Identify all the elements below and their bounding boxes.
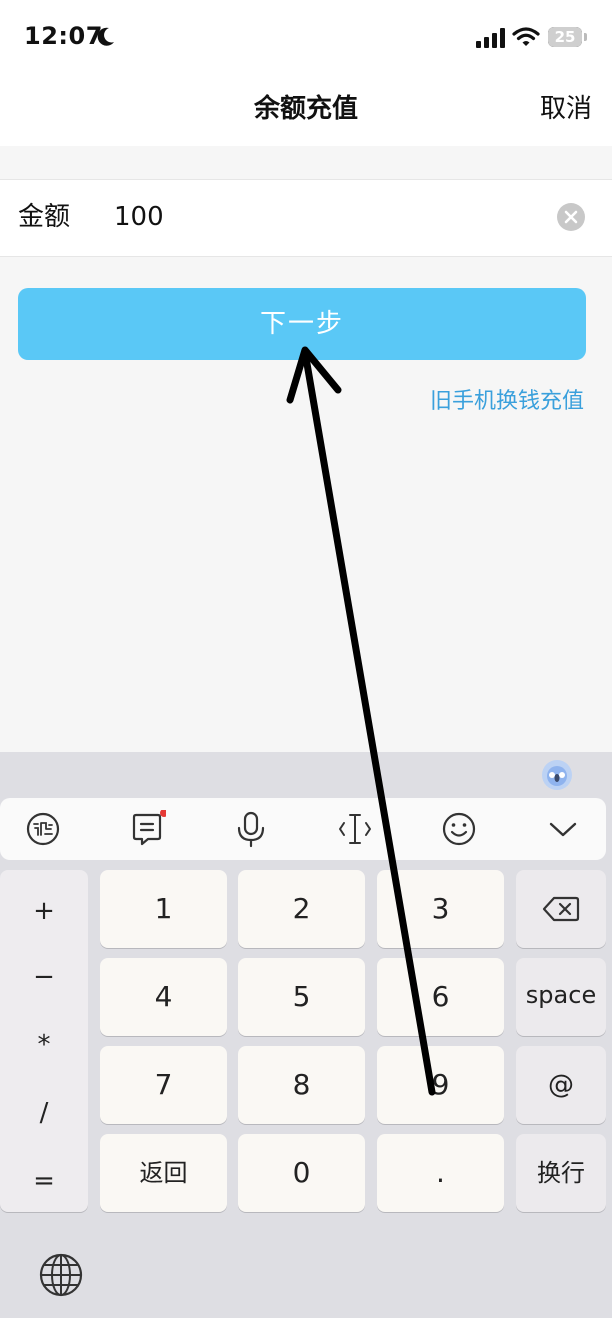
dot-key[interactable]: . xyxy=(377,1134,504,1212)
globe-icon[interactable] xyxy=(38,1252,84,1298)
cellular-signal-icon xyxy=(476,28,505,48)
battery-icon: 25 xyxy=(548,27,582,47)
amount-input[interactable] xyxy=(114,196,534,238)
backspace-icon xyxy=(542,896,580,922)
symbol-asterisk-key[interactable]: * xyxy=(0,1030,88,1060)
newline-key[interactable]: 换行 xyxy=(516,1134,606,1212)
key-4[interactable]: 4 xyxy=(100,958,227,1036)
cursor-move-icon[interactable] xyxy=(336,810,374,848)
moon-icon xyxy=(97,27,114,46)
space-key[interactable]: space xyxy=(516,958,606,1036)
collapse-keyboard-icon[interactable] xyxy=(544,810,582,848)
clipboard-message-icon[interactable] xyxy=(128,809,168,848)
back-key[interactable]: 返回 xyxy=(100,1134,227,1212)
battery-level: 25 xyxy=(554,28,576,46)
key-3[interactable]: 3 xyxy=(377,870,504,948)
symbol-equals-key[interactable]: = xyxy=(0,1166,88,1196)
clear-input-icon[interactable] xyxy=(557,203,585,231)
symbol-slash-key[interactable]: / xyxy=(0,1098,88,1128)
emoji-icon[interactable] xyxy=(440,810,478,848)
delete-key[interactable] xyxy=(516,870,606,948)
status-time: 12:07 xyxy=(24,22,103,50)
key-2[interactable]: 2 xyxy=(238,870,365,948)
next-step-button[interactable]: 下一步 xyxy=(18,288,586,360)
key-8[interactable]: 8 xyxy=(238,1046,365,1124)
key-9[interactable]: 9 xyxy=(377,1046,504,1124)
key-0[interactable]: 0 xyxy=(238,1134,365,1212)
key-5[interactable]: 5 xyxy=(238,958,365,1036)
cancel-button[interactable]: 取消 xyxy=(520,76,592,142)
microphone-icon[interactable] xyxy=(232,810,270,848)
keyboard-toolbar xyxy=(0,798,606,860)
key-7[interactable]: 7 xyxy=(100,1046,227,1124)
old-phone-recharge-link[interactable]: 旧手机换钱充值 xyxy=(430,385,584,419)
amount-label: 金额 xyxy=(18,202,71,232)
symbol-plus-key[interactable]: + xyxy=(0,896,88,926)
at-key[interactable]: @ xyxy=(516,1046,606,1124)
key-1[interactable]: 1 xyxy=(100,870,227,948)
key-6[interactable]: 6 xyxy=(377,958,504,1036)
wifi-icon xyxy=(512,27,540,46)
symbol-minus-key[interactable]: − xyxy=(0,962,88,992)
ime-logo-icon[interactable] xyxy=(24,810,62,848)
battery-tip xyxy=(584,33,587,41)
keyboard-assistant-icon[interactable] xyxy=(542,760,572,790)
